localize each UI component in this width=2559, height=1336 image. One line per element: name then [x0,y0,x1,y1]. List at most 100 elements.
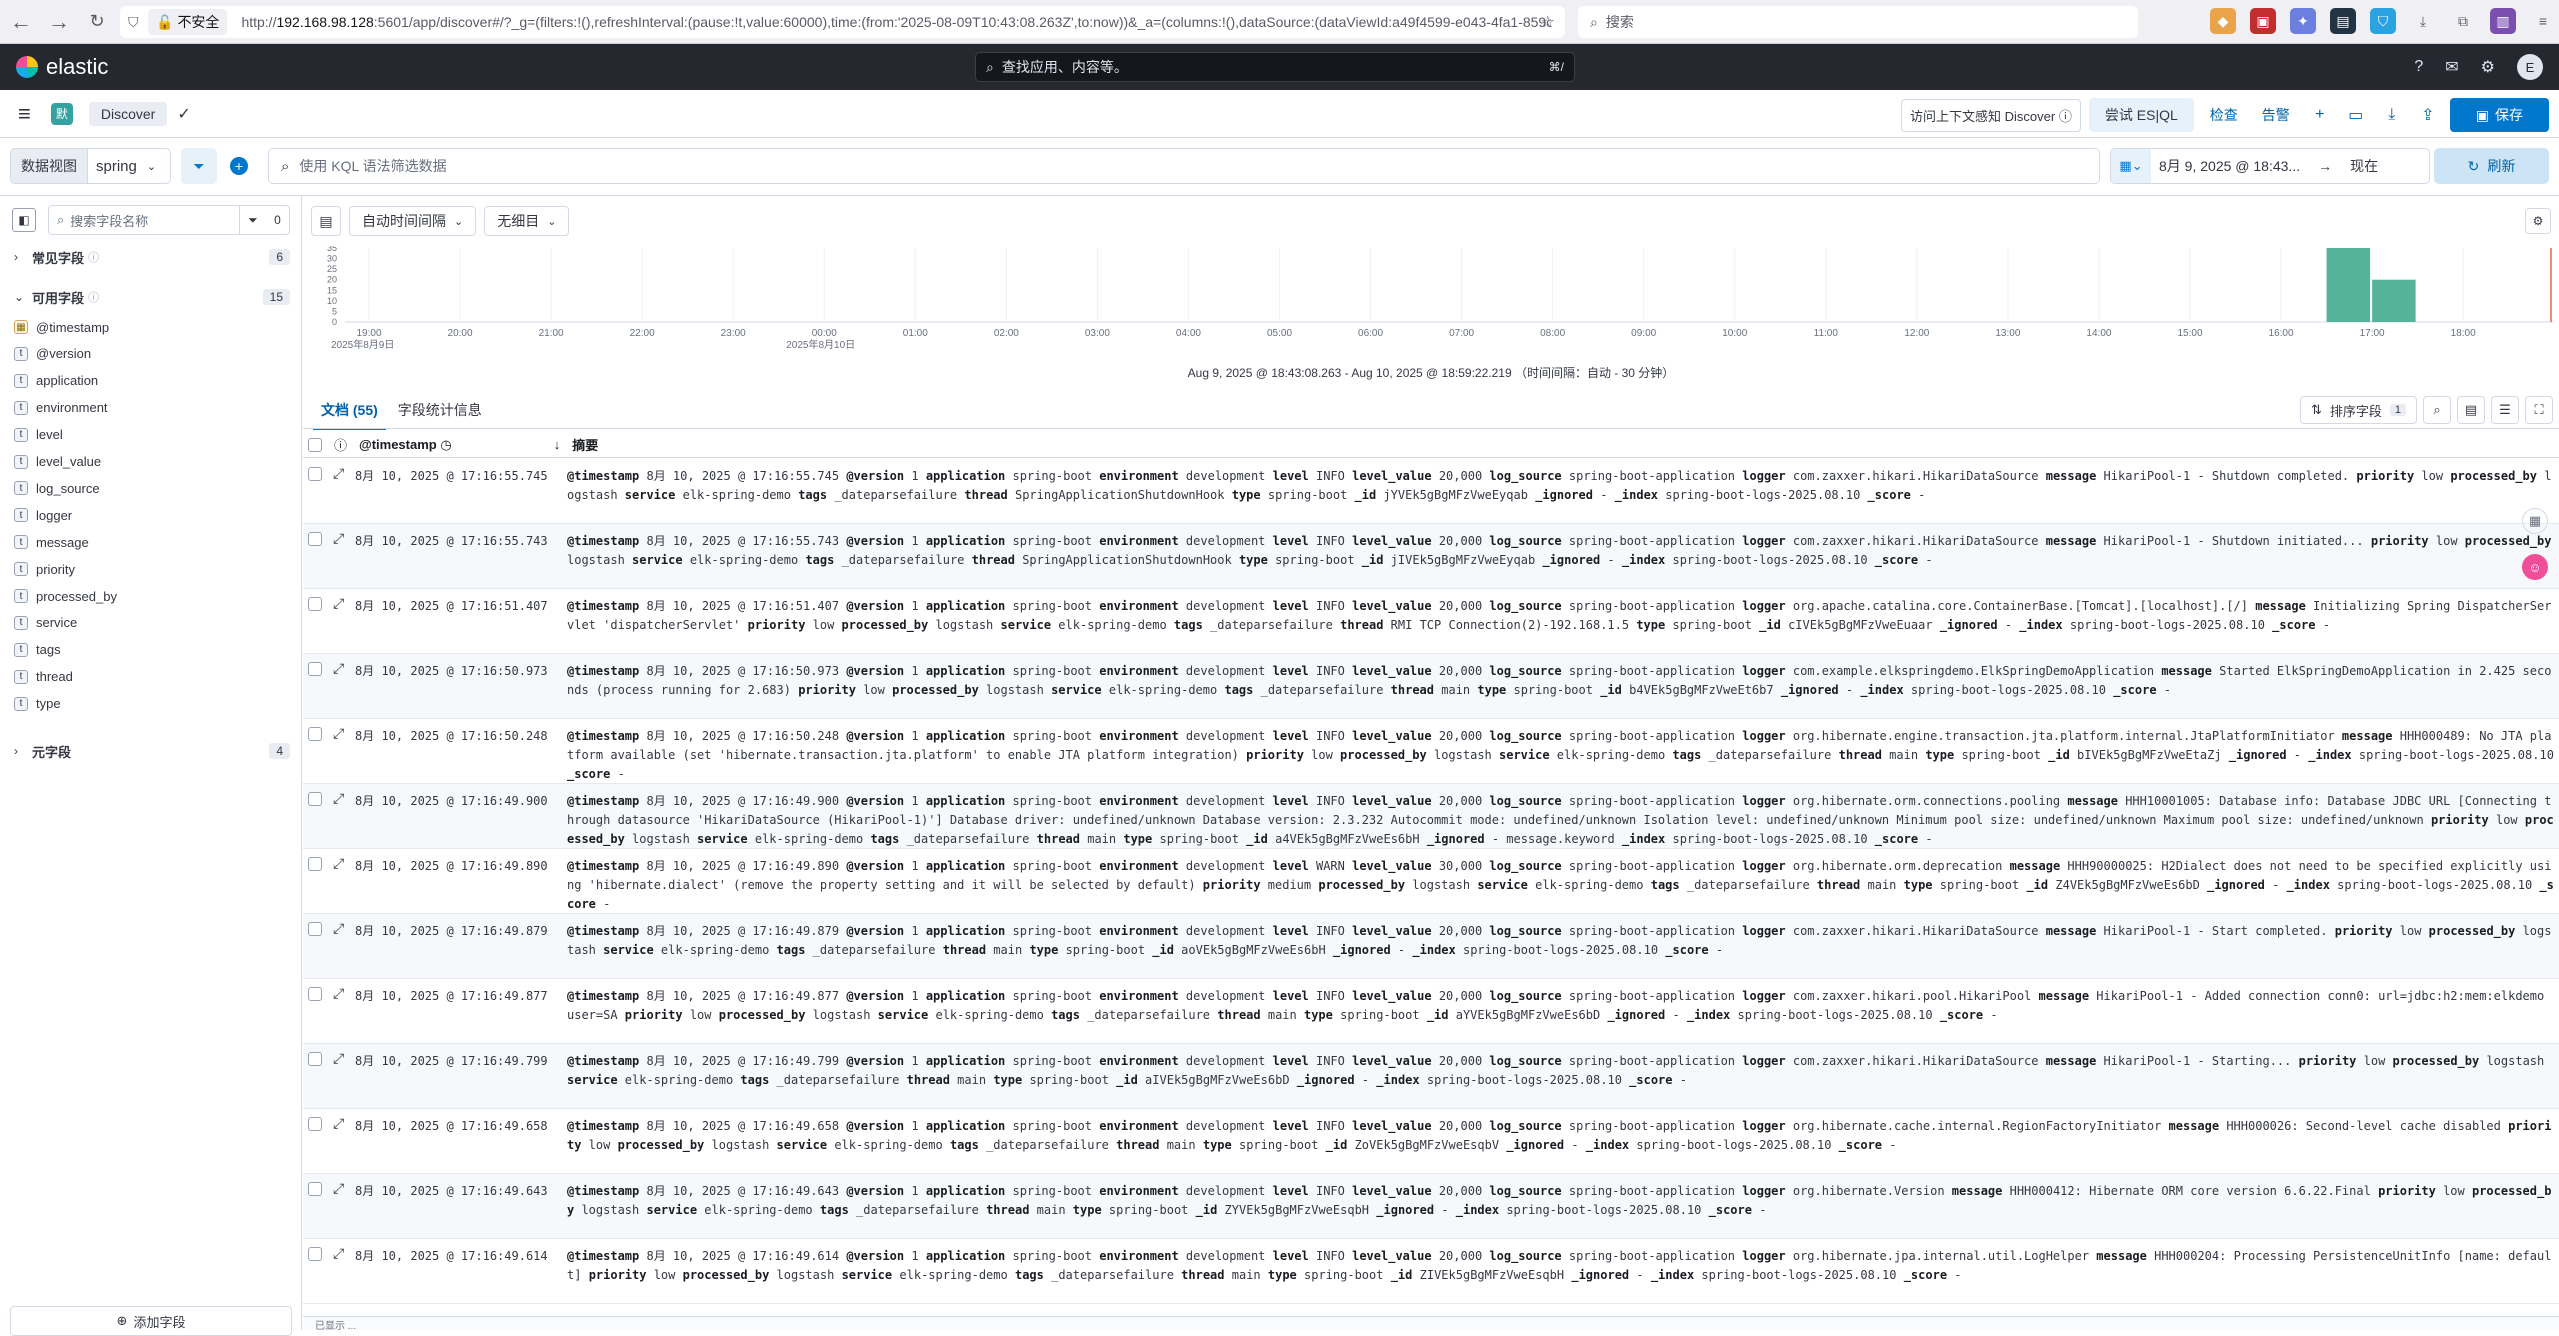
sidebar-field-item[interactable]: t message [14,532,89,552]
extension-icon[interactable]: ⧉ [2450,8,2476,34]
user-avatar[interactable]: E [2517,54,2543,80]
expand-row-icon[interactable]: ⤢ [333,465,344,482]
bookmark-star-icon[interactable]: ☆ [1541,12,1555,32]
open-folder-icon[interactable]: ▭ [2342,105,2370,125]
row-checkbox[interactable] [308,857,322,871]
help-icon[interactable]: ? [2414,58,2423,76]
table-row[interactable]: ⤢ 8月 10, 2025 @ 17:16:49.614 @timestamp 8月… [303,1239,2559,1304]
extension-icon[interactable]: ▤ [2330,8,2356,34]
filter-menu-button[interactable]: ⏷ [181,148,217,184]
sidebar-field-item[interactable]: t priority [14,559,75,579]
inspect-button[interactable]: 检查 [2202,99,2246,131]
insecure-badge[interactable]: 🔓 不安全 [148,9,228,35]
table-row[interactable]: ⤢ 8月 10, 2025 @ 17:16:49.658 @timestamp 8月… [303,1109,2559,1174]
global-search-input[interactable]: ⌕ 查找应用、内容等。 ⌘/ [975,52,1575,82]
expand-row-icon[interactable]: ⤢ [333,1245,344,1262]
sidebar-field-item[interactable]: t processed_by [14,586,117,606]
time-end[interactable]: 现在 [2350,156,2378,176]
row-checkbox[interactable] [308,532,322,546]
sidebar-field-item[interactable]: t service [14,613,77,633]
space-avatar[interactable]: 默 [50,102,73,125]
meta-fields-group[interactable]: › 元字段 4 [14,740,290,762]
field-search-input[interactable]: ⌕ 搜索字段名称 ⏷ 0 [48,205,290,235]
try-esql-button[interactable]: 尝试 ES|QL [2088,98,2194,132]
column-header-timestamp[interactable]: @timestamp ◷ [359,437,452,453]
alerts-button[interactable]: 告警 [2254,99,2298,131]
extension-icon[interactable]: ✦ [2290,8,2316,34]
available-fields-group[interactable]: ⌄ 可用字段 ⓘ 15 [14,286,290,308]
qr-icon[interactable]: ▦ [2522,508,2548,534]
assistant-icon[interactable]: ☺ [2522,554,2548,580]
interval-select[interactable]: 自动时间间隔 ⌄ [349,206,477,236]
notifications-icon[interactable]: ✉ [2445,57,2458,77]
column-settings-icon[interactable]: ☰ [2491,396,2519,424]
tab-documents[interactable]: 文档 (55) [313,392,386,430]
popular-fields-group[interactable]: › 常见字段 ⓘ 6 [14,246,290,268]
row-checkbox[interactable] [308,792,322,806]
expand-row-icon[interactable]: ⤢ [333,790,344,807]
table-row[interactable]: ⤢ 8月 10, 2025 @ 17:16:49.900 @timestamp 8月… [303,784,2559,849]
extension-icon[interactable]: ▥ [2490,8,2516,34]
table-row[interactable]: ⤢ 8月 10, 2025 @ 17:16:49.890 @timestamp 8月… [303,849,2559,914]
table-row[interactable]: ⤢ 8月 10, 2025 @ 17:16:50.248 @timestamp 8月… [303,719,2559,784]
sort-fields-button[interactable]: ⇅ 排序字段 1 [2299,396,2417,424]
sidebar-field-item[interactable]: t type [14,694,61,714]
table-row[interactable]: ⤢ 8月 10, 2025 @ 17:16:49.643 @timestamp 8月… [303,1174,2559,1239]
menu-icon[interactable]: ≡ [2530,8,2556,34]
data-view-select[interactable]: spring ⌄ [86,148,171,184]
settings-icon[interactable]: ⚙ [2481,57,2495,77]
browser-search-input[interactable]: ⌕ 搜索 [1578,6,2138,38]
row-checkbox[interactable] [308,987,322,1001]
expand-row-icon[interactable]: ⤢ [333,1050,344,1067]
tab-field-statistics[interactable]: 字段统计信息 [390,392,490,430]
chart-options-icon[interactable]: ⚙ [2525,208,2551,234]
download-icon[interactable]: ⤓ [2378,106,2406,124]
sidebar-field-item[interactable]: t log_source [14,478,100,498]
url-bar[interactable]: ⛉ 🔓 不安全 http://192.168.98.128:5601/app/di… [120,6,1565,38]
toggle-chart-icon[interactable]: ▤ [311,206,341,236]
sidebar-field-item[interactable]: t level_value [14,452,101,472]
refresh-button[interactable]: ↻ 刷新 [2434,148,2549,184]
breakdown-select[interactable]: 无细目 ⌄ [484,206,570,236]
row-checkbox[interactable] [308,662,322,676]
sidebar-field-item[interactable]: ▦ @timestamp [14,317,109,337]
row-checkbox[interactable] [308,922,322,936]
column-header-summary[interactable]: 摘要 [572,435,598,454]
sidebar-field-item[interactable]: t @version [14,344,91,364]
select-all-checkbox[interactable] [308,437,322,452]
kql-search-input[interactable]: ⌕ 使用 KQL 语法筛选数据 [268,148,2100,184]
table-row[interactable]: ⤢ 8月 10, 2025 @ 17:16:50.973 @timestamp 8月… [303,654,2559,719]
row-checkbox[interactable] [308,1247,322,1261]
download-icon[interactable]: ⤓ [2410,8,2436,34]
fullscreen-icon[interactable]: ⛶ [2525,396,2553,424]
breadcrumb-discover[interactable]: Discover [88,101,168,126]
table-row[interactable]: ⤢ 8月 10, 2025 @ 17:16:49.877 @timestamp 8月… [303,979,2559,1044]
forward-icon[interactable]: → [42,5,76,39]
time-start[interactable]: 8月 9, 2025 @ 18:43... [2159,156,2300,176]
calendar-icon[interactable]: ▦⌄ [2111,149,2151,183]
table-row[interactable]: ⤢ 8月 10, 2025 @ 17:16:49.879 @timestamp 8月… [303,914,2559,979]
info-icon[interactable]: ⓘ [334,435,347,454]
sidebar-field-item[interactable]: t environment [14,398,108,418]
row-checkbox[interactable] [308,727,322,741]
expand-row-icon[interactable]: ⤢ [333,920,344,937]
elastic-logo[interactable]: elastic [16,54,108,80]
expand-row-icon[interactable]: ⤢ [333,1180,344,1197]
sidebar-field-item[interactable]: t level [14,425,63,445]
row-checkbox[interactable] [308,1052,322,1066]
row-checkbox[interactable] [308,1117,322,1131]
expand-row-icon[interactable]: ⤢ [333,595,344,612]
save-button[interactable]: ▣ 保存 [2449,98,2549,132]
extension-icon[interactable]: ▣ [2250,8,2276,34]
extension-icon[interactable]: ⛉ [2370,8,2396,34]
sort-desc-icon[interactable]: ↓ [554,437,561,452]
table-row[interactable]: ⤢ 8月 10, 2025 @ 17:16:55.745 @timestamp 8月… [303,459,2559,524]
row-checkbox[interactable] [308,597,322,611]
sidebar-field-item[interactable]: t application [14,371,98,391]
expand-row-icon[interactable]: ⤢ [333,530,344,547]
field-filter-button[interactable]: ⏷ 0 [239,206,289,234]
table-row[interactable]: ⤢ 8月 10, 2025 @ 17:16:49.799 @timestamp 8月… [303,1044,2559,1109]
reload-icon[interactable]: ↻ [80,5,114,39]
expand-row-icon[interactable]: ⤢ [333,855,344,872]
row-checkbox[interactable] [308,1182,322,1196]
